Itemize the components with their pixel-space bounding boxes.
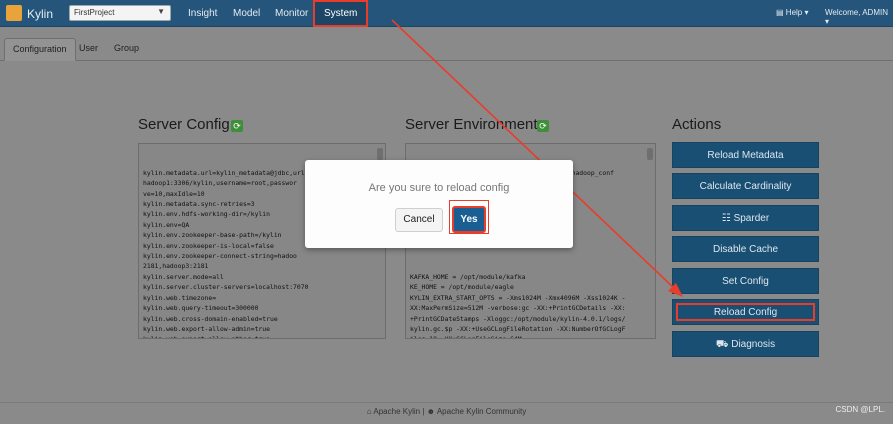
calculate-cardinality-button[interactable]: Calculate Cardinality bbox=[672, 173, 819, 199]
disable-cache-button[interactable]: Disable Cache bbox=[672, 236, 819, 262]
top-navbar: Kylin FirstProject ▼ Insight Model Monit… bbox=[0, 0, 893, 27]
scrollbar-thumb[interactable] bbox=[647, 148, 653, 160]
home-icon: ⌂ bbox=[366, 407, 372, 416]
chevron-down-icon: ▼ bbox=[157, 7, 165, 16]
server-config-title: Server Config bbox=[138, 116, 230, 133]
env-line bbox=[410, 251, 643, 261]
config-line: kylin.server.cluster-servers=localhost:7… bbox=[143, 283, 309, 292]
diagnosis-label: Diagnosis bbox=[731, 339, 776, 350]
footer-separator: | bbox=[422, 407, 425, 416]
welcome-label: Welcome, ADMIN bbox=[825, 8, 888, 17]
footer-community-link[interactable]: Apache Kylin Community bbox=[437, 407, 526, 416]
dialog-message: Are you sure to reload config bbox=[368, 182, 510, 194]
sparder-label: Sparder bbox=[733, 213, 770, 224]
refresh-icon[interactable]: ⟳ bbox=[537, 120, 549, 132]
nav-system[interactable]: System bbox=[313, 0, 369, 27]
config-line: 2181,hadoop3:2181 bbox=[143, 262, 209, 271]
env-line: iles=10 -XX:GCLogFileSize=64M bbox=[410, 334, 643, 338]
sparder-button[interactable]: ☷ Sparder bbox=[672, 205, 819, 231]
scrollbar-thumb[interactable] bbox=[377, 148, 383, 160]
env-line: KYLIN_EXTRA_START_OPTS = -Xms1024M -Xmx4… bbox=[410, 293, 626, 302]
env-line: XX:MaxPermSize=512M -verbose:gc -XX:+Pri… bbox=[410, 304, 626, 313]
reload-metadata-button[interactable]: Reload Metadata bbox=[672, 142, 819, 168]
nav-insight[interactable]: Insight bbox=[179, 0, 226, 27]
footer-apache-kylin-link[interactable]: Apache Kylin bbox=[373, 407, 420, 416]
nav-model[interactable]: Model bbox=[224, 0, 269, 27]
env-line: kylin.gc.$p -XX:+UseGCLogFileRotation -X… bbox=[410, 324, 626, 333]
footer: ⌂ Apache Kylin | ☻ Apache Kylin Communit… bbox=[0, 407, 893, 416]
nav-monitor[interactable]: Monitor bbox=[266, 0, 317, 27]
book-icon: ▤ bbox=[776, 8, 784, 17]
ambulance-icon: ⛟ bbox=[715, 339, 729, 350]
server-environment-title: Server Environment bbox=[405, 116, 538, 133]
footer-divider bbox=[0, 402, 893, 403]
config-line: kylin.web.export-allow-other=true bbox=[143, 334, 373, 338]
caret-down-icon: ▾ bbox=[804, 8, 809, 17]
confirm-dialog: Are you sure to reload config Cancel Yes bbox=[305, 160, 573, 248]
actions-title: Actions bbox=[672, 116, 722, 133]
diagnosis-button[interactable]: ⛟ Diagnosis bbox=[672, 331, 819, 357]
refresh-icon[interactable]: ⟳ bbox=[231, 120, 243, 132]
kylin-logo-icon bbox=[6, 5, 22, 21]
reload-config-button[interactable]: Reload Config bbox=[672, 299, 819, 325]
help-menu[interactable]: ▤ Help ▾ bbox=[776, 8, 809, 17]
config-line: kylin.web.timezone= bbox=[143, 293, 217, 302]
project-select[interactable]: FirstProject ▼ bbox=[69, 5, 171, 21]
brand-name[interactable]: Kylin bbox=[27, 7, 53, 21]
help-label: Help bbox=[785, 8, 803, 17]
set-config-button[interactable]: Set Config bbox=[672, 268, 819, 294]
config-line: kylin.web.export-allow-admin=true bbox=[143, 324, 270, 333]
users-icon: ☻ bbox=[426, 407, 436, 416]
system-tabs: Configuration User Group bbox=[0, 33, 893, 61]
project-select-value: FirstProject bbox=[74, 8, 115, 17]
config-line: kylin.web.query-timeout=300000 bbox=[143, 304, 259, 313]
env-line: +PrintGCDateStamps -Xloggc:/opt/module/k… bbox=[410, 314, 626, 323]
caret-down-icon: ▾ bbox=[825, 17, 830, 26]
watermark: CSDN @LPL. bbox=[835, 405, 885, 414]
tab-configuration[interactable]: Configuration bbox=[4, 38, 76, 61]
user-menu[interactable]: Welcome, ADMIN ▾ bbox=[825, 8, 893, 26]
env-line bbox=[410, 261, 643, 271]
cancel-button[interactable]: Cancel bbox=[395, 208, 443, 232]
env-line: KAFKA_HOME = /opt/module/kafka bbox=[410, 272, 526, 281]
tab-group[interactable]: Group bbox=[106, 38, 147, 61]
config-line: kylin.env.zookeeper-connect-string=hadoo bbox=[143, 252, 297, 261]
config-line: kylin.server.mode=all bbox=[143, 272, 224, 281]
config-line: kylin.web.cross-domain-enabled=true bbox=[143, 314, 278, 323]
env-line: KE_HOME = /opt/module/eagle bbox=[410, 283, 514, 292]
sparder-icon: ☷ bbox=[721, 213, 731, 224]
yes-button[interactable]: Yes bbox=[452, 206, 486, 233]
tab-user[interactable]: User bbox=[71, 38, 106, 61]
